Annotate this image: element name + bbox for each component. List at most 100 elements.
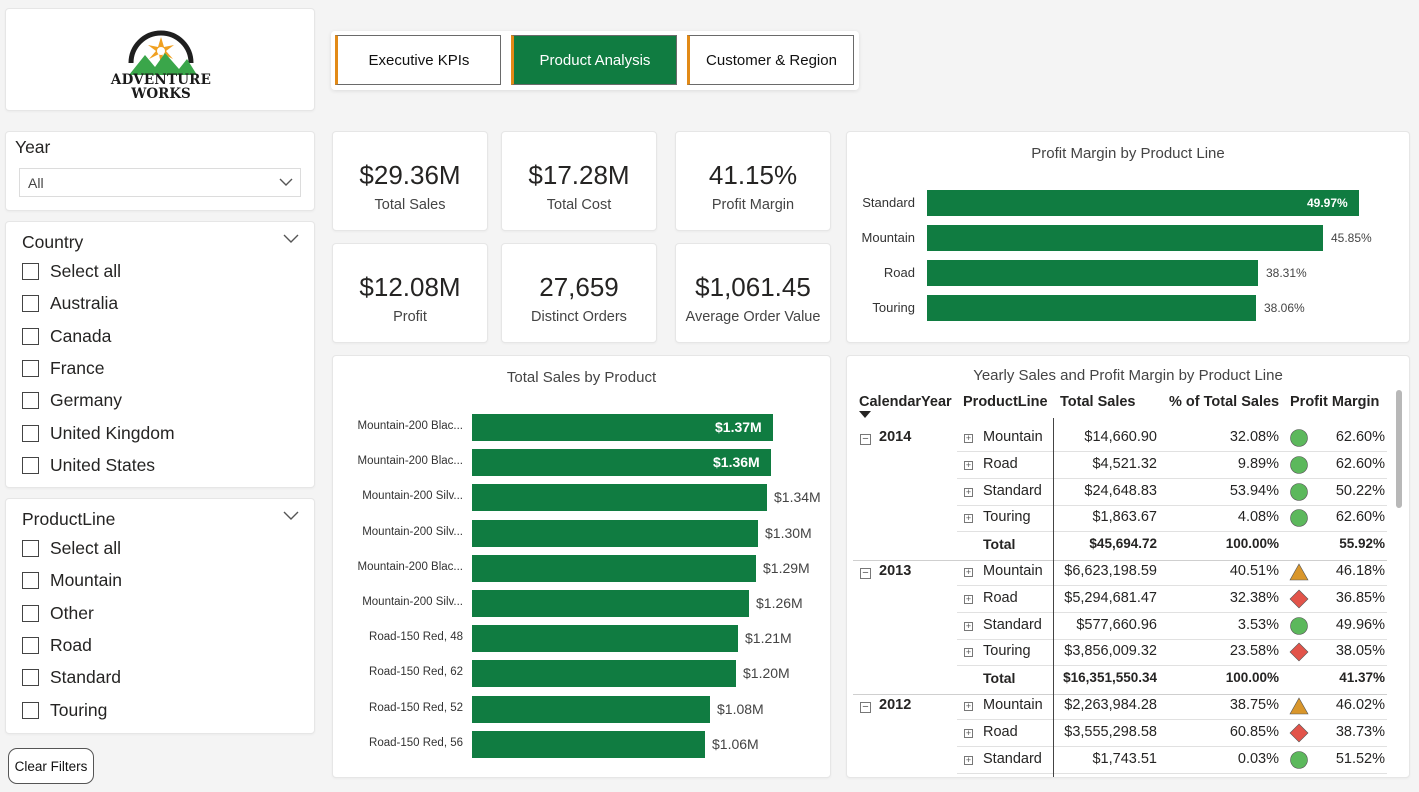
profit-margin-cell: 41.37% <box>1339 670 1385 685</box>
bar[interactable] <box>472 520 758 547</box>
header-total-sales[interactable]: Total Sales <box>1060 394 1135 410</box>
productline-option-road[interactable]: Road <box>22 633 92 657</box>
checkbox[interactable] <box>22 701 39 719</box>
checkbox[interactable] <box>22 456 39 474</box>
data-label: $1.06M <box>712 736 759 752</box>
bar[interactable] <box>472 660 736 687</box>
header-calendaryear[interactable]: CalendarYear <box>859 394 952 410</box>
country-option-germany[interactable]: Germany <box>22 388 122 412</box>
status-circle-icon <box>1290 429 1308 447</box>
chevron-down-icon[interactable] <box>282 232 300 246</box>
expand-icon[interactable]: + <box>964 729 973 738</box>
data-label: 38.31% <box>1266 266 1307 280</box>
option-label: Select all <box>50 537 122 558</box>
checkbox[interactable] <box>22 604 39 622</box>
bar[interactable] <box>472 696 710 723</box>
bar[interactable] <box>472 484 767 511</box>
expand-icon[interactable]: + <box>964 488 973 497</box>
bar[interactable] <box>927 190 1359 216</box>
chevron-down-icon[interactable] <box>282 509 300 523</box>
chart-title: Profit Margin by Product Line <box>1031 145 1225 162</box>
checkbox[interactable] <box>22 668 39 686</box>
expand-icon[interactable]: + <box>964 622 973 631</box>
kpi-profit-margin: 41.15% Profit Margin <box>675 131 831 231</box>
country-option-united-kingdom[interactable]: United Kingdom <box>22 421 175 445</box>
pct-total-cell: 23.58% <box>1229 643 1279 659</box>
header-pct-total-sales[interactable]: % of Total Sales <box>1169 394 1279 410</box>
category-label: Road <box>883 265 915 280</box>
expand-icon[interactable]: + <box>964 648 973 657</box>
kpi-distinct-orders: 27,659 Distinct Orders <box>501 243 657 343</box>
category-label: Mountain-200 Blac... <box>357 420 463 432</box>
total-sales-cell: $3,856,009.32 <box>1064 643 1157 659</box>
collapse-icon[interactable]: − <box>860 702 871 713</box>
kpi-label: Average Order Value <box>685 309 821 325</box>
productline-option-other[interactable]: Other <box>22 601 94 625</box>
expand-icon[interactable]: + <box>964 702 973 711</box>
total-sales-cell: $1,743.51 <box>1092 751 1157 767</box>
checkbox[interactable] <box>22 359 39 377</box>
bar[interactable] <box>927 295 1256 321</box>
clear-filters-button[interactable]: Clear Filters <box>8 748 94 784</box>
row-divider <box>957 531 1387 532</box>
data-label: $1.08M <box>717 701 764 717</box>
year-dropdown[interactable]: All <box>19 168 301 197</box>
bar[interactable] <box>927 260 1258 286</box>
kpi-value: $29.36M <box>359 160 461 190</box>
checkbox[interactable] <box>22 262 39 280</box>
checkbox[interactable] <box>22 636 39 654</box>
profit-margin-chart[interactable]: Profit Margin by Product Line Standard 49… <box>846 131 1410 343</box>
profit-margin-cell: 38.05% <box>1335 643 1385 659</box>
bar[interactable] <box>472 555 756 582</box>
collapse-icon[interactable]: − <box>860 568 871 579</box>
bar[interactable] <box>472 731 705 758</box>
group-divider <box>853 560 1387 561</box>
checkbox[interactable] <box>22 571 39 589</box>
checkbox[interactable] <box>22 539 39 557</box>
productline-option-touring[interactable]: Touring <box>22 698 107 722</box>
logo-line2: Works <box>131 86 191 102</box>
nav-customer-region-button[interactable]: Customer & Region <box>687 35 854 85</box>
total-label-cell: Total <box>983 536 1016 552</box>
country-option-select-all[interactable]: Select all <box>22 259 121 283</box>
productline-cell: Standard <box>983 483 1042 499</box>
nav-executive-kpis-button[interactable]: Executive KPIs <box>335 35 501 85</box>
productline-option-standard[interactable]: Standard <box>22 665 121 689</box>
sort-descending-icon[interactable] <box>859 411 871 419</box>
chart-title: Total Sales by Product <box>506 369 657 386</box>
option-label: Standard <box>50 666 122 687</box>
country-option-united-states[interactable]: United States <box>22 453 155 477</box>
productline-option-select-all[interactable]: Select all <box>22 536 121 560</box>
option-label: Select all <box>50 260 122 281</box>
status-circle-icon <box>1290 456 1308 474</box>
yearly-sales-matrix[interactable]: Yearly Sales and Profit Margin by Produc… <box>846 355 1410 778</box>
bar[interactable] <box>472 590 749 617</box>
expand-icon[interactable]: + <box>964 568 973 577</box>
productline-option-mountain[interactable]: Mountain <box>22 568 122 592</box>
expand-icon[interactable]: + <box>964 514 973 523</box>
country-option-australia[interactable]: Australia <box>22 291 118 315</box>
country-option-france[interactable]: France <box>22 356 104 380</box>
nav-product-analysis-button[interactable]: Product Analysis <box>511 35 677 85</box>
expand-icon[interactable]: + <box>964 434 973 443</box>
bar[interactable] <box>927 225 1323 251</box>
sales-by-product-chart[interactable]: Total Sales by Product Mountain-200 Blac… <box>332 355 831 778</box>
checkbox[interactable] <box>22 327 39 345</box>
expand-icon[interactable]: + <box>964 461 973 470</box>
checkbox[interactable] <box>22 424 39 442</box>
matrix-scrollbar[interactable] <box>1396 390 1402 508</box>
productline-cell: Road <box>983 456 1018 472</box>
expand-icon[interactable]: + <box>964 595 973 604</box>
option-label: United States <box>50 454 156 475</box>
header-profit-margin[interactable]: Profit Margin <box>1290 394 1379 410</box>
category-label: Mountain <box>861 230 915 245</box>
checkbox[interactable] <box>22 391 39 409</box>
country-option-canada[interactable]: Canada <box>22 324 111 348</box>
checkbox[interactable] <box>22 294 39 312</box>
header-productline[interactable]: ProductLine <box>963 394 1048 410</box>
collapse-icon[interactable]: − <box>860 434 871 445</box>
category-label: Road-150 Red, 52 <box>369 702 463 714</box>
bar[interactable] <box>472 625 738 652</box>
expand-icon[interactable]: + <box>964 756 973 765</box>
data-label: $1.29M <box>763 560 810 576</box>
